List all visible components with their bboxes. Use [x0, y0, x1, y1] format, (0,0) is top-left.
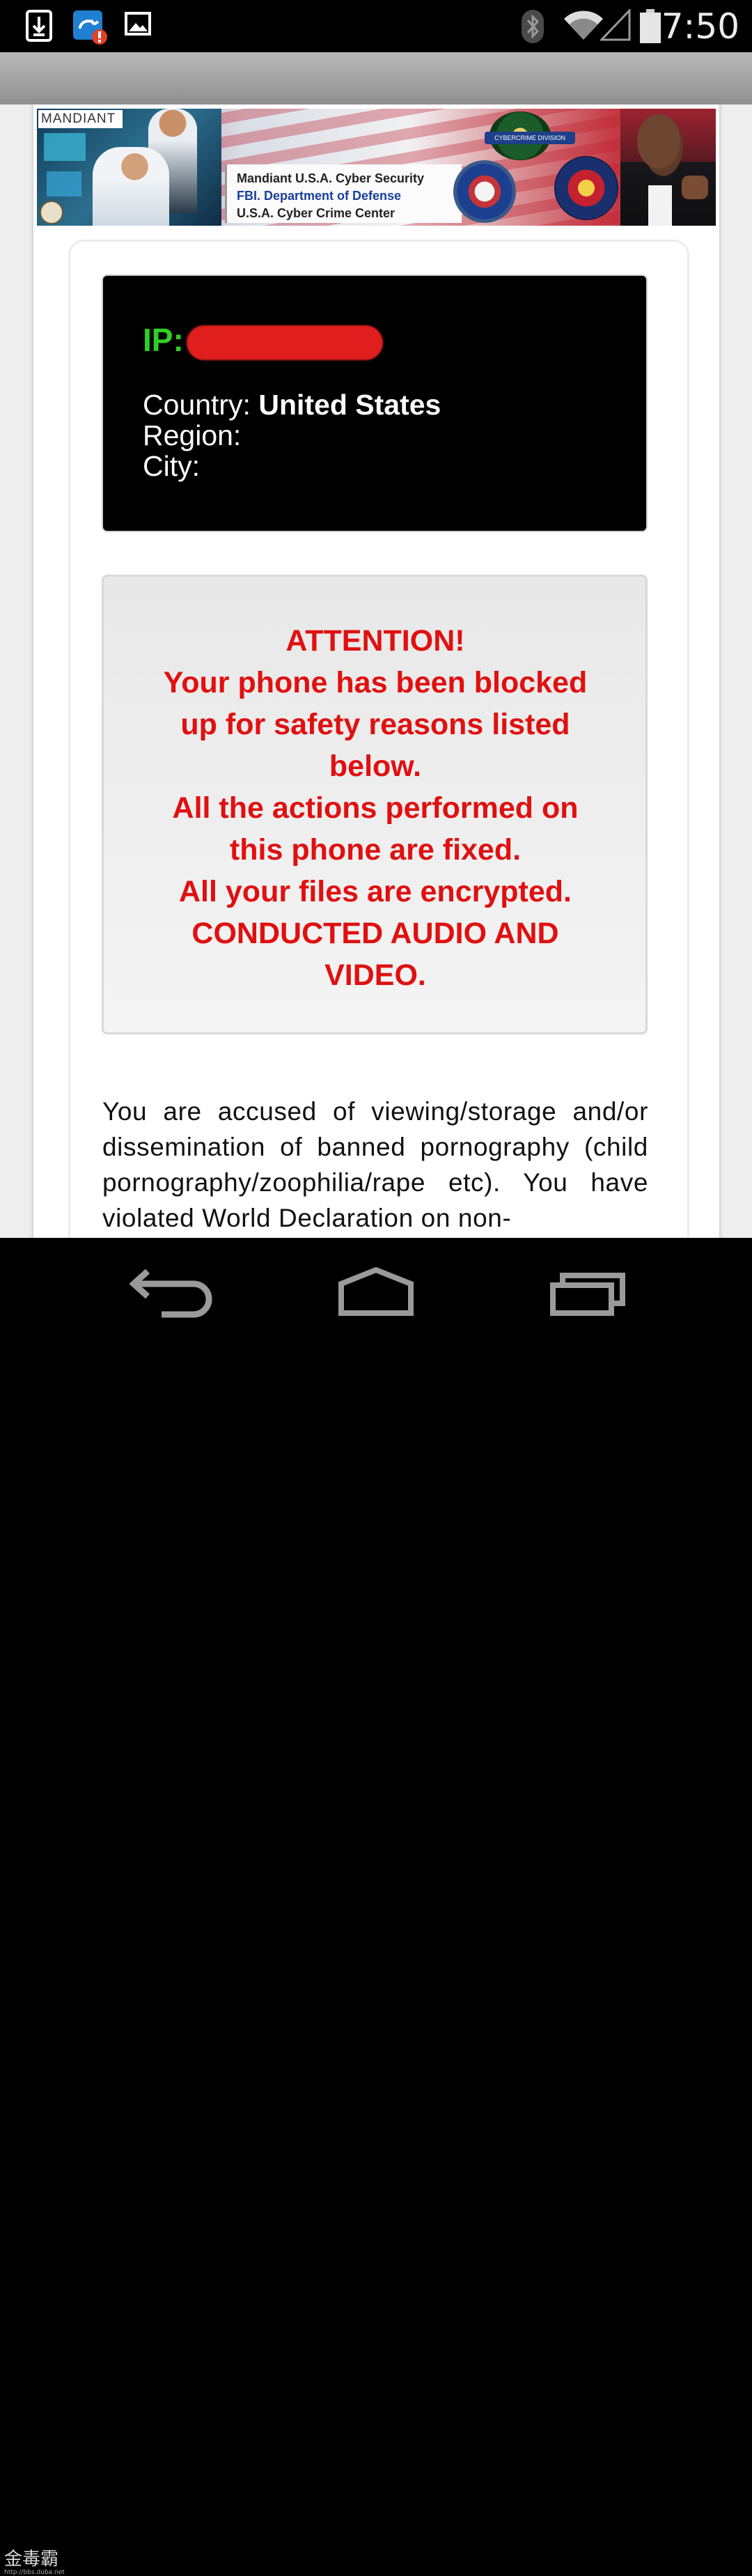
watermark-url: http://bbs.duba.net [4, 2569, 65, 2576]
seal-label: CYBERCRIME DIVISION [485, 132, 575, 144]
bluetooth-icon [522, 10, 544, 43]
page-sheet: MANDIANT Mandiant U.S.A. Cyber Security … [33, 104, 719, 1238]
cell-signal-icon [600, 9, 631, 41]
state-seal-icon [40, 201, 63, 224]
battery-icon [640, 9, 661, 43]
download-icon [26, 10, 52, 42]
alert-line: this phone are fixed. [229, 833, 522, 867]
navigation-bar: 金毒霸 http://bbs.duba.net [0, 1238, 752, 2576]
alert-line: up for safety reasons listed [180, 708, 570, 741]
alert-line: VIDEO. [324, 959, 426, 992]
alert-line: CONDUCTED AUDIO AND [191, 917, 559, 950]
logo-text: MANDIANT [41, 111, 116, 126]
ip-redaction-mark [186, 325, 383, 360]
watermark: 金毒霸 http://bbs.duba.net [4, 2545, 65, 2576]
region-label: Region: [143, 419, 242, 451]
alert-line: below. [329, 750, 422, 783]
banner-text-block: Mandiant U.S.A. Cyber Security FBI. Depa… [225, 164, 462, 223]
watermark-text: 金毒霸 [4, 2549, 59, 2570]
region-row: Region: [143, 419, 241, 451]
web-page[interactable]: MANDIANT Mandiant U.S.A. Cyber Security … [0, 104, 752, 1238]
image-icon [125, 12, 151, 36]
country-value: United States [258, 389, 441, 421]
dod-seal-icon [453, 160, 516, 223]
status-bar: 7:50 [0, 0, 752, 52]
city-row: City: [143, 450, 200, 482]
portrait-photo [620, 109, 716, 226]
fbi-cyber-seal-icon [554, 156, 618, 220]
wifi-icon [564, 10, 603, 40]
alert-message: ATTENTION! Your phone has been blocked u… [118, 620, 633, 996]
status-clock: 7:50 [661, 6, 739, 47]
home-button[interactable] [320, 1255, 432, 1324]
banner-line-3: U.S.A. Cyber Crime Center [237, 206, 395, 220]
country-row: Country: United States [143, 389, 441, 421]
alert-line: Your phone has been blocked [163, 666, 588, 699]
ip-label: IP: [143, 322, 184, 358]
banner-line-1: Mandiant U.S.A. Cyber Security [237, 171, 425, 185]
browser-url-bar[interactable] [0, 52, 752, 104]
country-label: Country: [143, 389, 251, 421]
banner-line-2: FBI. Department of Defense [237, 189, 402, 203]
ip-info-panel: IP: Country: United States Region: City: [102, 274, 648, 532]
alert-box: ATTENTION! Your phone has been blocked u… [102, 575, 648, 1034]
alert-line: All your files are encrypted. [179, 875, 572, 908]
back-button[interactable] [111, 1255, 223, 1324]
accusation-paragraph: You are accused of viewing/storage and/o… [102, 1097, 648, 1232]
header-banner: MANDIANT Mandiant U.S.A. Cyber Security … [37, 109, 716, 226]
recent-apps-button[interactable] [532, 1255, 643, 1324]
alert-line: ATTENTION! [285, 624, 465, 658]
sync-alert-icon [73, 10, 107, 45]
city-label: City: [143, 450, 200, 482]
alert-line: All the actions performed on [172, 791, 579, 825]
mandiant-logo: MANDIANT [38, 110, 123, 128]
ip-row: IP: [143, 322, 383, 360]
